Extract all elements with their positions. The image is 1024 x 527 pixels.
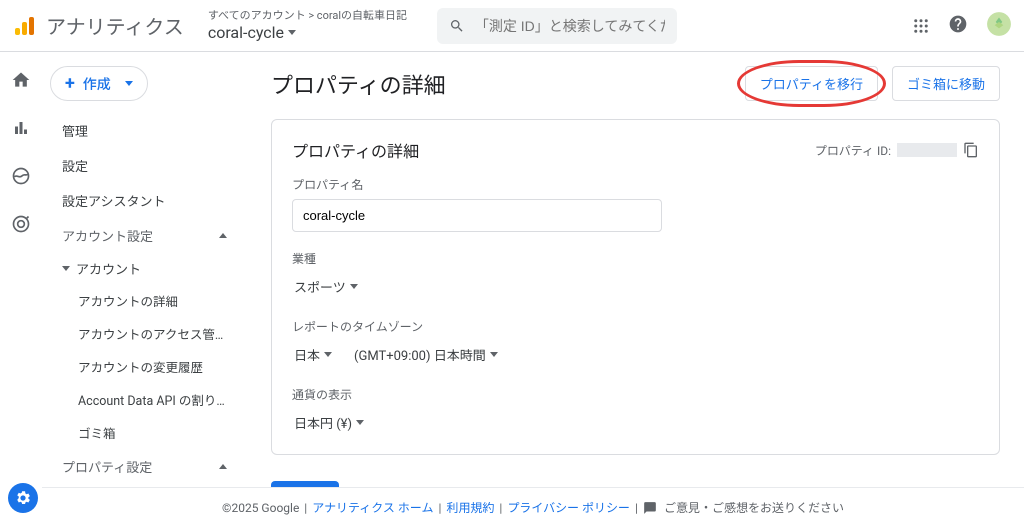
sidebar-item-account-detail[interactable]: アカウントの詳細 xyxy=(48,284,241,317)
footer-feedback[interactable]: ご意見・ご感想をお送りください xyxy=(664,499,844,516)
sidebar-item-account-trash[interactable]: ゴミ箱 xyxy=(48,416,241,449)
property-id-value xyxy=(897,143,957,157)
rail-reports-icon[interactable] xyxy=(9,116,33,140)
timezone-country-select[interactable]: 日本 xyxy=(292,341,334,368)
rail-ads-icon[interactable] xyxy=(9,212,33,236)
industry-select[interactable]: スポーツ xyxy=(292,273,360,300)
footer-copyright: ©2025 Google xyxy=(222,501,299,515)
left-rail xyxy=(0,52,42,527)
header-actions xyxy=(912,11,1012,41)
chevron-down-icon xyxy=(350,284,358,289)
sidebar-item-account-label: アカウント xyxy=(76,259,141,278)
admin-gear-fab[interactable] xyxy=(8,483,38,513)
currency-select[interactable]: 日本円 (¥) xyxy=(292,409,366,436)
footer: ©2025 Google | アナリティクス ホーム | 利用規約 | プライバ… xyxy=(42,487,1024,527)
search-icon xyxy=(449,17,465,35)
feedback-icon xyxy=(643,501,657,515)
sidebar-item-admin[interactable]: 管理 xyxy=(48,113,241,148)
app-header: アナリティクス すべてのアカウント > coralの自転車日記 coral-cy… xyxy=(0,0,1024,52)
sidebar-section-account-label: アカウント設定 xyxy=(62,226,153,245)
create-label: 作成 xyxy=(83,74,111,94)
chevron-up-icon xyxy=(219,464,227,469)
admin-sidebar: + 作成 管理 設定 設定アシスタント アカウント設定 アカウント アカウントの… xyxy=(42,52,247,487)
search-box[interactable] xyxy=(437,8,677,44)
chevron-down-icon xyxy=(324,352,332,357)
rail-explore-icon[interactable] xyxy=(9,164,33,188)
footer-home-link[interactable]: アナリティクス ホーム xyxy=(312,499,433,516)
chevron-up-icon xyxy=(219,233,227,238)
footer-terms-link[interactable]: 利用規約 xyxy=(446,499,494,516)
property-selector[interactable]: すべてのアカウント > coralの自転車日記 coral-cycle xyxy=(208,9,407,41)
rail-home-icon[interactable] xyxy=(9,68,33,92)
analytics-logo-icon xyxy=(12,14,36,38)
property-detail-card: プロパティの詳細 プロパティ ID: プロパティ名 業種 スポーツ レポートのタ… xyxy=(271,119,1000,455)
timezone-select[interactable]: (GMT+09:00) 日本時間 xyxy=(352,341,500,368)
help-icon[interactable] xyxy=(948,14,968,38)
industry-label: 業種 xyxy=(292,250,979,267)
trash-button[interactable]: ゴミ箱に移動 xyxy=(892,66,1000,101)
property-name-label: プロパティ名 xyxy=(292,176,979,193)
apps-icon[interactable] xyxy=(912,17,930,35)
sidebar-item-account-history[interactable]: アカウントの変更履歴 xyxy=(48,350,241,383)
sidebar-item-account-access[interactable]: アカウントのアクセス管理 xyxy=(48,317,241,350)
property-name-input[interactable] xyxy=(292,199,662,232)
timezone-label: レポートのタイムゾーン xyxy=(292,318,979,335)
sidebar-item-settings[interactable]: 設定 xyxy=(48,148,241,183)
property-id-row: プロパティ ID: xyxy=(815,142,979,159)
footer-privacy-link[interactable]: プライバシー ポリシー xyxy=(507,499,630,516)
create-button[interactable]: + 作成 xyxy=(50,66,148,101)
property-id-label: プロパティ ID: xyxy=(815,142,891,159)
sidebar-section-account[interactable]: アカウント設定 xyxy=(48,218,241,253)
currency-label: 通貨の表示 xyxy=(292,386,979,403)
copy-icon[interactable] xyxy=(963,142,979,158)
plus-icon: + xyxy=(65,73,75,94)
avatar-icon[interactable] xyxy=(986,11,1012,41)
search-input[interactable] xyxy=(475,18,665,34)
page-title: プロパティの詳細 xyxy=(271,68,446,100)
move-property-button[interactable]: プロパティを移行 xyxy=(745,66,878,101)
chevron-down-icon xyxy=(288,30,296,35)
timezone-country-value: 日本 xyxy=(294,345,320,364)
sidebar-section-property-label: プロパティ設定 xyxy=(62,457,152,476)
industry-value: スポーツ xyxy=(294,277,346,296)
timezone-value: (GMT+09:00) 日本時間 xyxy=(354,345,486,364)
chevron-down-icon xyxy=(356,420,364,425)
breadcrumb: すべてのアカウント > coralの自転車日記 xyxy=(208,9,407,22)
main-content: プロパティの詳細 プロパティを移行 ゴミ箱に移動 プロパティの詳細 プロパティ … xyxy=(247,52,1024,487)
sidebar-item-assistant[interactable]: 設定アシスタント xyxy=(48,183,241,218)
caret-down-icon xyxy=(62,266,70,271)
selected-property-name: coral-cycle xyxy=(208,23,284,42)
chevron-down-icon xyxy=(490,352,498,357)
sidebar-section-property[interactable]: プロパティ設定 xyxy=(48,449,241,484)
chevron-down-icon xyxy=(125,81,133,86)
sidebar-item-account-api[interactable]: Account Data API の割り当… xyxy=(48,383,241,416)
currency-value: 日本円 (¥) xyxy=(294,413,352,432)
sidebar-item-account[interactable]: アカウント xyxy=(48,253,241,284)
app-title: アナリティクス xyxy=(46,11,184,40)
card-title: プロパティの詳細 xyxy=(292,138,419,162)
